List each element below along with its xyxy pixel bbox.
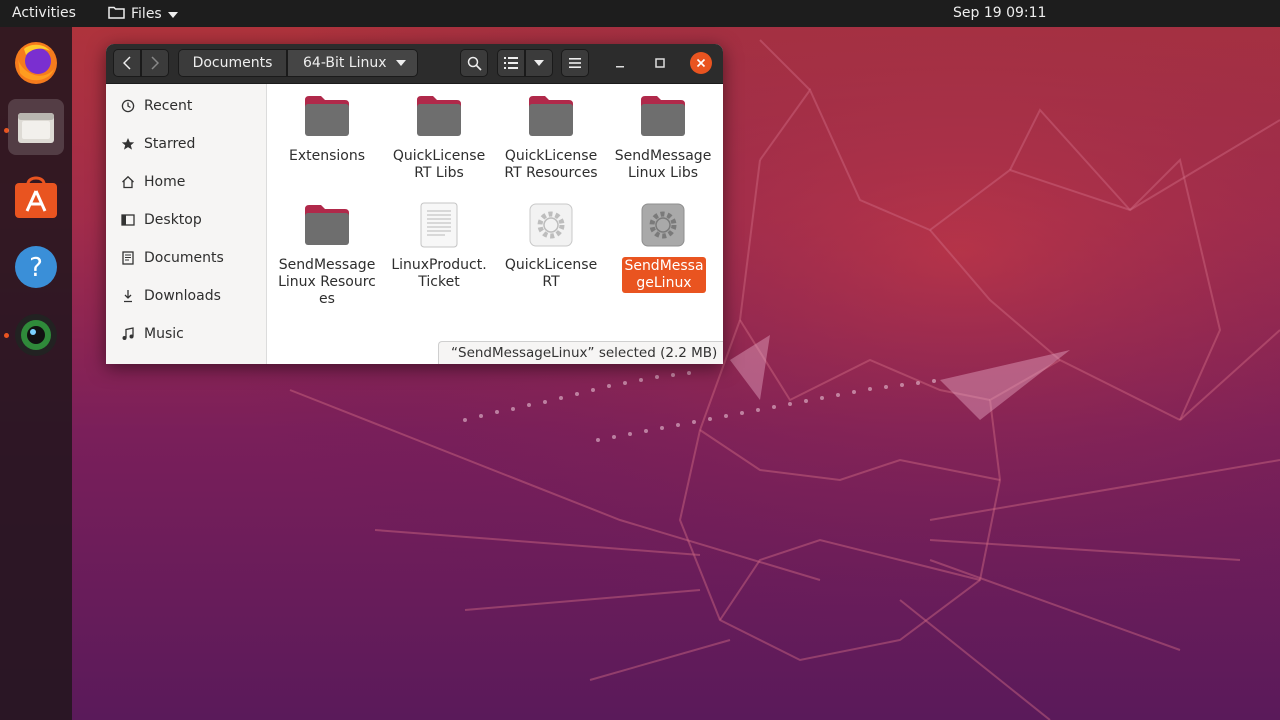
executable-gear-icon: [529, 203, 573, 247]
chevron-right-icon: [151, 56, 159, 70]
sidebar-item-label: Desktop: [144, 212, 202, 228]
sidebar-item-documents[interactable]: Documents: [106, 241, 267, 275]
back-button[interactable]: [113, 49, 141, 77]
file-name: LinuxProduct.Ticket: [391, 257, 487, 290]
file-name: QuickLicenseRT Resources: [504, 148, 598, 181]
files-icon: [18, 113, 54, 143]
menu-button[interactable]: [561, 49, 589, 77]
breadcrumb-label: Documents: [192, 55, 273, 71]
file-name: QuickLicenseRT: [504, 257, 598, 290]
star-icon: [120, 136, 136, 152]
dock-firefox[interactable]: [8, 35, 64, 91]
sidebar-item-desktop[interactable]: Desktop: [106, 203, 267, 237]
maximize-button[interactable]: [646, 49, 674, 77]
svg-text:?: ?: [29, 253, 43, 283]
file-grid: Extensions QuickLicenseRT Libs QuickLice…: [268, 84, 723, 364]
sidebar-item-label: Downloads: [144, 288, 221, 304]
folder-icon: [108, 5, 125, 23]
sidebar-item-label: Starred: [144, 136, 196, 152]
folder-icon: [529, 96, 573, 136]
text-file-icon: [420, 202, 458, 248]
maximize-icon: [655, 58, 665, 68]
sidebar: Recent Starred Home Desktop Documents Do…: [106, 84, 267, 364]
breadcrumb-documents[interactable]: Documents: [178, 49, 287, 77]
file-item[interactable]: QuickLicenseRT Resources: [501, 92, 601, 182]
header-bar: Documents 64-Bit Linux: [106, 44, 723, 84]
file-name: SendMessageLinux Resources: [278, 257, 376, 307]
music-icon: [120, 326, 136, 342]
forward-button[interactable]: [141, 49, 169, 77]
file-item[interactable]: LinuxProduct.Ticket: [389, 201, 489, 291]
chevron-down-icon: [534, 60, 544, 66]
file-name: SendMessageLinux: [622, 257, 706, 293]
download-icon: [120, 288, 136, 304]
dock-files[interactable]: [8, 99, 64, 155]
help-icon: ?: [15, 246, 57, 288]
dock-software[interactable]: [8, 169, 64, 225]
document-icon: [120, 250, 136, 266]
app-menu[interactable]: Files: [108, 5, 178, 23]
search-button[interactable]: [460, 49, 488, 77]
sidebar-item-starred[interactable]: Starred: [106, 127, 267, 161]
sidebar-item-label: Music: [144, 326, 184, 342]
folder-icon: [641, 96, 685, 136]
software-store-icon: [15, 176, 57, 218]
view-list-button[interactable]: [497, 49, 525, 77]
files-window: Documents 64-Bit Linux Recent Starred Ho…: [106, 44, 723, 364]
file-name: Extensions: [288, 148, 366, 164]
file-item-selected[interactable]: SendMessageLinux: [613, 201, 713, 293]
executable-gear-icon: [641, 203, 685, 247]
search-icon: [467, 56, 482, 71]
file-name: SendMessageLinux Libs: [614, 148, 712, 181]
activities-button[interactable]: Activities: [12, 5, 76, 21]
chevron-left-icon: [123, 56, 131, 70]
clock[interactable]: Sep 19 09:11: [953, 5, 1046, 21]
file-item[interactable]: SendMessageLinux Libs: [613, 92, 713, 182]
folder-icon: [305, 96, 349, 136]
chevron-down-icon: [167, 6, 178, 22]
home-icon: [120, 174, 136, 190]
file-item[interactable]: Extensions: [277, 92, 377, 165]
folder-icon: [417, 96, 461, 136]
file-name: QuickLicenseRT Libs: [392, 148, 486, 181]
dock-camera[interactable]: [8, 307, 64, 363]
minimize-button[interactable]: [606, 49, 634, 77]
app-menu-label: Files: [131, 6, 162, 22]
chevron-down-icon: [396, 60, 406, 66]
sidebar-item-label: Recent: [144, 98, 193, 114]
dock-help[interactable]: ?: [8, 239, 64, 295]
sidebar-item-music[interactable]: Music: [106, 317, 267, 351]
firefox-icon: [15, 42, 57, 84]
dock: ?: [0, 27, 72, 720]
folder-icon: [305, 205, 349, 245]
desktop-icon: [120, 212, 136, 228]
hamburger-menu-icon: [569, 58, 581, 68]
close-icon: [696, 58, 706, 68]
sidebar-item-recent[interactable]: Recent: [106, 89, 267, 123]
file-item[interactable]: QuickLicenseRT Libs: [389, 92, 489, 182]
minimize-icon: [616, 66, 624, 68]
sidebar-item-home[interactable]: Home: [106, 165, 267, 199]
breadcrumb-label: 64-Bit Linux: [303, 55, 387, 71]
clock-icon: [120, 98, 136, 114]
selection-status: “SendMessageLinux” selected (2.2 MB): [438, 341, 723, 364]
sidebar-item-downloads[interactable]: Downloads: [106, 279, 267, 313]
camera-icon: [15, 314, 57, 356]
sidebar-item-label: Documents: [144, 250, 224, 266]
list-view-icon: [504, 57, 518, 69]
view-options-button[interactable]: [525, 49, 553, 77]
file-item[interactable]: QuickLicenseRT: [501, 201, 601, 291]
sidebar-item-label: Home: [144, 174, 186, 190]
breadcrumb-64-bit-linux[interactable]: 64-Bit Linux: [287, 49, 418, 77]
close-button[interactable]: [690, 52, 712, 74]
file-item[interactable]: SendMessageLinux Resources: [277, 201, 377, 308]
top-bar: Activities Files Sep 19 09:11: [0, 0, 1280, 27]
